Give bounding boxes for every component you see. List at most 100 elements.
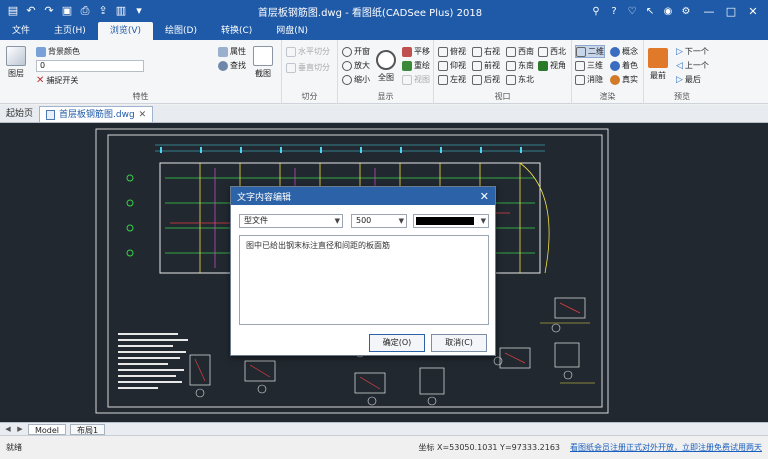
render-real-icon [610, 74, 620, 85]
render-hide-icon [575, 74, 585, 85]
redraw-button[interactable]: 重绘 [402, 60, 430, 71]
view-se-icon [506, 60, 516, 71]
view-left-icon [438, 74, 448, 85]
view-sw-button[interactable]: 西南 [506, 46, 534, 57]
dialog-titlebar: 文字内容编辑 ✕ [231, 187, 495, 205]
layout-tab-layout1[interactable]: 布局1 [70, 423, 106, 435]
text-content: 图中已给出钢末标注直径和间距的板面筋 [246, 241, 390, 250]
next-arrow-icon: ▷ [676, 46, 683, 57]
ok-button[interactable]: 确定(O) [369, 334, 425, 352]
layers-button[interactable]: 图层 [6, 46, 26, 79]
attribute-button[interactable]: 属性 [218, 46, 246, 57]
ribbon: 图层 背景颜色 0 ✕ 捕捉开关 属性 查找 截图 特性 水平切分 垂直切分 切… [0, 40, 768, 104]
dialog-title: 文字内容编辑 [237, 192, 292, 203]
full-view-button[interactable]: 全图 [376, 50, 396, 83]
maximize-button[interactable]: □ [720, 5, 742, 18]
cancel-button[interactable]: 取消(C) [431, 334, 487, 352]
render-2d-button[interactable]: 二维 [575, 45, 605, 58]
zoom-out-icon [342, 74, 352, 85]
font-select[interactable]: 型文件 ▼ [239, 214, 343, 228]
scroll-left-icon[interactable]: ◀ [4, 425, 12, 433]
register-notice-link[interactable]: 看图纸会员注册正式对外开放，立即注册免费试用两天 [570, 442, 762, 453]
layers-icon [6, 46, 26, 66]
app-menu-icon[interactable]: ▤ [6, 4, 20, 18]
scroll-right-icon[interactable]: ▶ [16, 425, 24, 433]
doc-tab-home[interactable]: 起始页 [0, 106, 39, 122]
pin-icon[interactable]: ⚲ [590, 6, 602, 17]
snap-toggle[interactable]: ✕ 捕捉开关 [36, 75, 78, 86]
render-shade-button[interactable]: 着色 [610, 60, 638, 71]
chevron-down-icon: ▼ [334, 217, 340, 225]
tab-view[interactable]: 浏览(V) [97, 22, 153, 40]
bg-color-button[interactable]: 背景颜色 [36, 46, 80, 57]
tab-file[interactable]: 文件 [0, 22, 42, 40]
cursor-icon[interactable]: ↖ [644, 6, 656, 17]
find-button[interactable]: 查找 [218, 60, 246, 71]
color-select[interactable]: ▼ [413, 214, 489, 228]
tab-home[interactable]: 主页(H) [42, 22, 98, 40]
view-front-icon [472, 60, 482, 71]
last-button[interactable]: ▷ 最后 [676, 74, 701, 85]
hsplit-icon [286, 46, 296, 57]
settings-icon[interactable]: ⚙ [680, 6, 692, 17]
next-button[interactable]: ▷ 下一个 [676, 46, 709, 57]
minimize-button[interactable]: — [698, 5, 720, 18]
save-icon[interactable]: ▣ [60, 4, 74, 18]
view-back-button[interactable]: 后视 [472, 74, 500, 85]
view-angle-button[interactable]: 视角 [538, 60, 566, 71]
close-button[interactable]: ✕ [742, 5, 764, 18]
view-ne-button[interactable]: 东北 [506, 74, 534, 85]
prev-button[interactable]: ◁ 上一个 [676, 60, 709, 71]
title-bar: ▤ ↶ ↷ ▣ ⎙ ⇪ ▥ ▾ 首层板钢筋图.dwg - 看图纸(CADSee … [0, 0, 768, 22]
zoom-out-button[interactable]: 缩小 [342, 74, 370, 85]
heart-icon[interactable]: ♡ [626, 6, 638, 17]
render-3d-button[interactable]: 三维 [575, 60, 603, 71]
layout-tab-model[interactable]: Model [28, 423, 67, 435]
first-button[interactable]: 最前 [648, 48, 668, 81]
help-icon[interactable]: ? [608, 6, 620, 17]
size-select[interactable]: 500 ▼ [351, 214, 407, 228]
camera-icon [253, 46, 273, 66]
hsplit-button[interactable]: 水平切分 [286, 46, 330, 57]
status-ready: 就绪 [6, 443, 22, 452]
export-icon[interactable]: ⇪ [96, 4, 110, 18]
zoom-in-button[interactable]: 放大 [342, 60, 370, 71]
view-left-button[interactable]: 左视 [438, 74, 466, 85]
view-bottom-button[interactable]: 仰视 [438, 60, 466, 71]
dwg-file-icon [46, 109, 56, 120]
view-top-button[interactable]: 俯视 [438, 46, 466, 57]
window-zoom-button[interactable]: 开窗 [342, 46, 370, 57]
view-bottom-icon [438, 60, 448, 71]
text-content-area[interactable]: 图中已给出钢末标注直径和间距的板面筋 [239, 235, 489, 325]
tab-convert[interactable]: 转换(C) [209, 22, 264, 40]
view-nw-button[interactable]: 西北 [538, 46, 566, 57]
group-display: 开窗 放大 缩小 全图 平移 重绘 视图 显示 [338, 40, 434, 104]
view-se-button[interactable]: 东南 [506, 60, 534, 71]
tab-cloud[interactable]: 网盘(N) [264, 22, 320, 40]
render-concept-button[interactable]: 概念 [610, 46, 638, 57]
group-render: 二维 三维 消隐 概念 着色 真实 渲染 [572, 40, 644, 104]
new-icon[interactable]: ▥ [114, 4, 128, 18]
render-real-button[interactable]: 真实 [610, 74, 638, 85]
account-icon[interactable]: ◉ [662, 6, 674, 17]
redo-icon[interactable]: ↷ [42, 4, 56, 18]
prev-view-button[interactable]: 视图 [402, 74, 430, 85]
tab-draw[interactable]: 绘图(D) [153, 22, 209, 40]
view-right-button[interactable]: 右视 [472, 46, 500, 57]
close-tab-icon[interactable]: ✕ [139, 107, 147, 123]
find-icon [218, 60, 228, 71]
layer-combo[interactable]: 0 [36, 60, 144, 72]
screenshot-button[interactable]: 截图 [253, 46, 273, 79]
render-hide-button[interactable]: 消隐 [575, 74, 603, 85]
vsplit-button[interactable]: 垂直切分 [286, 62, 330, 73]
chevron-down-icon: ▼ [480, 217, 486, 225]
window-controls: — □ ✕ [698, 5, 764, 18]
pan-button[interactable]: 平移 [402, 46, 430, 57]
dropdown-icon[interactable]: ▾ [132, 4, 146, 18]
dialog-close-icon[interactable]: ✕ [480, 190, 489, 203]
doc-tab-file[interactable]: 首层板钢筋图.dwg ✕ [39, 106, 154, 123]
prev-arrow-icon: ◁ [676, 60, 683, 71]
view-front-button[interactable]: 前视 [472, 60, 500, 71]
print-icon[interactable]: ⎙ [78, 4, 92, 18]
undo-icon[interactable]: ↶ [24, 4, 38, 18]
